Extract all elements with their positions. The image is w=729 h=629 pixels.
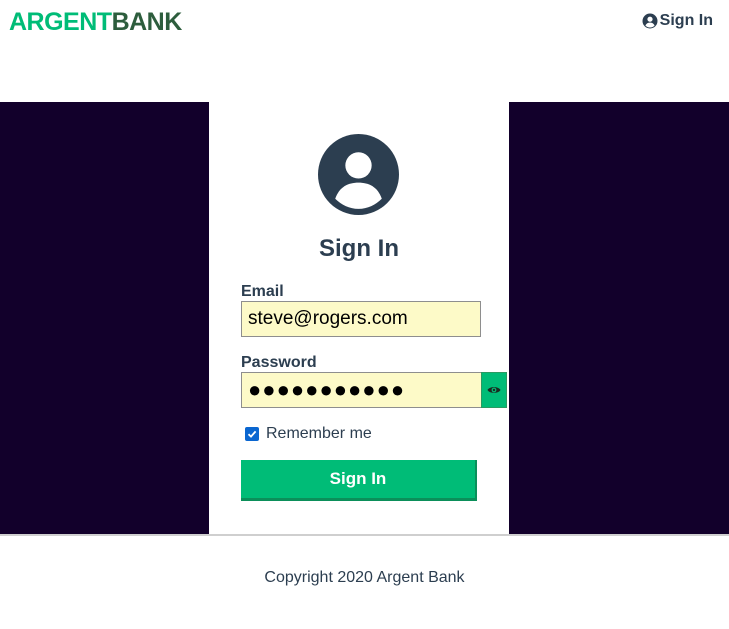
- nav-sign-in-label: Sign In: [659, 12, 713, 29]
- email-input[interactable]: [241, 301, 481, 337]
- footer-divider: [0, 534, 729, 536]
- email-label: Email: [241, 283, 284, 300]
- user-circle-icon: [642, 13, 658, 29]
- user-circle-icon: [318, 134, 399, 215]
- remember-me-checkbox[interactable]: [245, 427, 259, 441]
- remember-me-label: Remember me: [266, 425, 372, 442]
- checkmark-icon: [247, 430, 257, 438]
- sign-in-button[interactable]: Sign In: [241, 460, 477, 501]
- logo-text-argent: ARGENT: [9, 8, 112, 36]
- sign-in-card: Sign In Email Password Remember me Sign …: [209, 102, 509, 534]
- argent-bank-logo[interactable]: ARGENTBANK: [9, 7, 182, 37]
- footer-copyright: Copyright 2020 Argent Bank: [264, 569, 465, 586]
- show-password-button[interactable]: [481, 372, 507, 408]
- password-label: Password: [241, 354, 317, 371]
- nav-sign-in-link[interactable]: Sign In: [642, 12, 713, 30]
- remember-me-row[interactable]: Remember me: [245, 425, 372, 443]
- logo-text-bank: BANK: [111, 8, 183, 36]
- eye-icon: [487, 387, 501, 393]
- sign-in-title: Sign In: [319, 235, 399, 262]
- password-input[interactable]: [241, 372, 481, 408]
- header: ARGENTBANK Sign In: [0, 0, 729, 46]
